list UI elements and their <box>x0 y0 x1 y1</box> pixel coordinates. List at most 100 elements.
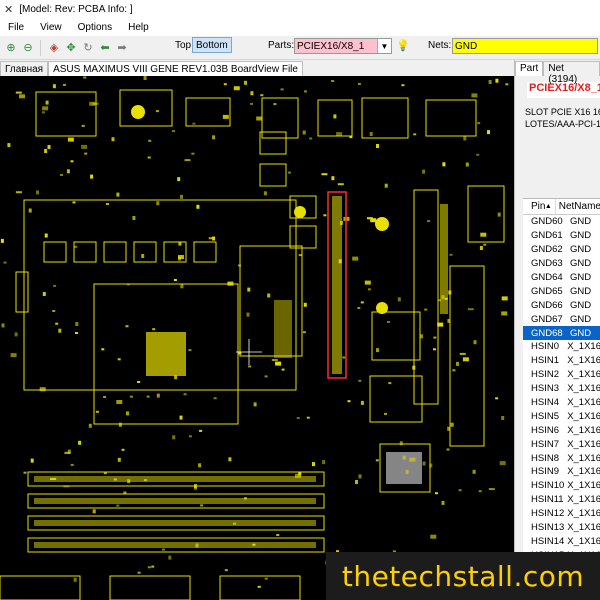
pin-row[interactable]: GND64 GND <box>523 271 600 285</box>
pin-row[interactable]: GND68 GND <box>523 326 600 341</box>
smd-component <box>227 281 234 286</box>
smd-component <box>3 261 7 264</box>
pin-row[interactable]: GND60 GND <box>523 215 600 229</box>
smd-component <box>256 116 263 121</box>
pin-net: GND <box>570 299 592 311</box>
pin-row[interactable]: GND67 GND <box>523 312 600 326</box>
pin-row[interactable]: HSIN5 X_1X16 <box>523 409 600 423</box>
smd-component <box>296 417 300 419</box>
smd-component <box>462 357 469 362</box>
smd-component <box>180 284 184 289</box>
selected-part-pins <box>332 196 342 374</box>
smd-component <box>323 214 327 217</box>
smd-component <box>246 312 250 317</box>
pin-row[interactable]: GND62 GND <box>523 243 600 257</box>
smd-component <box>476 153 480 156</box>
sort-ascending-icon: ▲ <box>544 203 552 210</box>
pin-row[interactable]: GND65 GND <box>523 284 600 298</box>
pin-net: X_1X16 <box>567 452 600 464</box>
pin-net: GND <box>570 272 592 283</box>
smd-component <box>250 102 253 105</box>
pin-row[interactable]: GND63 GND <box>523 257 600 271</box>
pin-table[interactable]: Pin ▲ NetName GND60 GND GND61 GND GND62 GND GN… <box>523 198 600 600</box>
smd-component <box>66 169 70 174</box>
pin-row[interactable]: HSIN3 X_1X16 <box>523 382 600 396</box>
smd-component <box>156 201 160 206</box>
pin-row[interactable]: HSIN0 X_1X16 <box>523 340 600 354</box>
pin-row[interactable]: HSIN12 X_1X16 <box>523 507 600 521</box>
smd-component <box>304 90 307 93</box>
tab-boardview[interactable]: ASUS MAXIMUS VIII GENE REV1.03B BoardVie… <box>48 61 303 76</box>
component-outline <box>109 575 191 600</box>
smd-component <box>495 78 499 83</box>
smd-component <box>441 295 445 300</box>
smd-component <box>447 426 451 431</box>
smd-component <box>233 86 240 91</box>
side-bottom-button[interactable]: Bottom <box>192 37 232 53</box>
io-port-outline <box>119 89 173 127</box>
pin-row[interactable]: HSIN10 X_1X16 <box>523 479 600 493</box>
zoom-selection-icon[interactable]: ◈ <box>46 40 62 56</box>
menu-options[interactable]: Options <box>70 22 120 33</box>
smd-component <box>137 571 141 574</box>
tab-home[interactable]: Главная <box>0 61 49 76</box>
smd-component <box>116 192 120 197</box>
pin-row[interactable]: HSIN6 X_1X16 <box>523 423 600 437</box>
slot-pins <box>34 476 316 482</box>
smd-component <box>355 480 358 484</box>
smd-component <box>465 162 469 167</box>
board-canvas[interactable] <box>0 76 514 600</box>
smd-component <box>67 449 71 454</box>
column-pin[interactable]: Pin ▲ <box>523 199 556 214</box>
column-netname[interactable]: NetName <box>556 199 600 214</box>
smd-component <box>312 462 315 467</box>
tab-part[interactable]: Part <box>515 61 544 76</box>
smd-component <box>238 264 241 267</box>
pin-row[interactable]: HSIN2 X_1X16 <box>523 368 600 382</box>
forward-arrow-icon[interactable]: ➡ <box>114 40 130 56</box>
pin-net: GND <box>570 327 592 339</box>
connector-outline <box>449 265 485 447</box>
smd-component <box>200 504 204 507</box>
smd-component <box>152 328 156 331</box>
tab-net[interactable]: Net (3194) <box>543 61 600 85</box>
nets-input[interactable]: GND <box>452 38 598 54</box>
lightbulb-icon[interactable]: 💡 <box>396 39 410 52</box>
smd-component <box>173 279 177 281</box>
smd-component <box>433 348 436 351</box>
smd-component <box>111 137 115 142</box>
pin-name: GND65 <box>531 285 563 297</box>
pin-row[interactable]: GND66 GND <box>523 298 600 312</box>
rotate-icon[interactable]: ↻ <box>80 40 96 56</box>
pin-row[interactable]: HSIN14 X_1X16 <box>523 534 600 548</box>
back-arrow-icon[interactable]: ⬅ <box>97 40 113 56</box>
zoom-out-icon[interactable]: ⊖ <box>20 40 36 56</box>
smd-component <box>352 256 359 261</box>
menu-help[interactable]: Help <box>120 22 157 33</box>
zoom-in-icon[interactable]: ⊕ <box>3 40 19 56</box>
parts-combobox[interactable]: PCIEX16/X8_1 ▼ <box>294 38 392 54</box>
smd-component <box>213 397 217 400</box>
pin-row[interactable]: HSIN7 X_1X16 <box>523 437 600 451</box>
smd-component <box>121 448 125 451</box>
menu-view[interactable]: View <box>32 22 70 33</box>
side-top-button[interactable]: Top <box>172 37 194 53</box>
pin-table-header: Pin ▲ NetName <box>523 199 600 215</box>
menu-file[interactable]: File <box>0 22 32 33</box>
pin-row[interactable]: GND61 GND <box>523 229 600 243</box>
board-drawing[interactable] <box>0 76 514 600</box>
smd-component <box>113 478 117 481</box>
chevron-down-icon[interactable]: ▼ <box>377 39 391 53</box>
pin-row[interactable]: HSIN13 X_1X16 <box>523 521 600 535</box>
smd-component <box>194 485 197 490</box>
fit-view-icon[interactable]: ✥ <box>63 40 79 56</box>
pin-row[interactable]: HSIN1 X_1X16 <box>523 354 600 368</box>
smd-component <box>70 463 74 466</box>
smd-component <box>336 132 343 137</box>
pin-row[interactable]: HSIN8 X_1X16 <box>523 451 600 465</box>
smd-component <box>155 110 159 113</box>
pin-row[interactable]: HSIN11 X_1X16 <box>523 493 600 507</box>
smd-component <box>433 336 437 339</box>
pin-row[interactable]: HSIN9 X_1X16 <box>523 465 600 479</box>
pin-row[interactable]: HSIN4 X_1X16 <box>523 396 600 410</box>
